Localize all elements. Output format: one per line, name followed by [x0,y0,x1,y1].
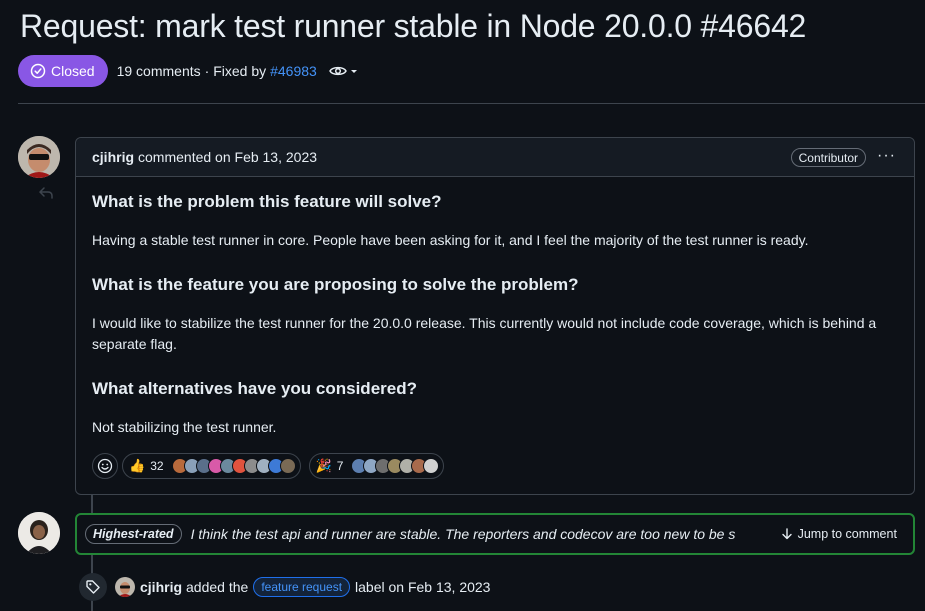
event-author[interactable]: cjihrig [140,579,182,595]
arrow-down-icon [781,528,792,540]
reply-icon [38,187,53,199]
issue-closed-icon [30,63,46,79]
state-badge: Closed [18,55,108,87]
more-options-icon[interactable]: ··· [877,147,896,165]
comment-count: 19 comments [116,63,201,79]
jump-label: Jump to comment [797,527,897,541]
reaction-hooray-button[interactable]: 🎉 7 [308,453,445,479]
state-label: Closed [51,63,95,79]
highest-rated-badge: Highest-rated [85,524,182,544]
eye-icon [328,66,347,76]
section-heading: What is the problem this feature will so… [92,192,442,211]
label-event: cjihrig added the feature request label … [79,573,490,601]
fixed-by-link[interactable]: #46983 [270,63,317,79]
event-avatar[interactable] [115,577,135,597]
chevron-down-icon [350,70,357,73]
thumbsup-icon: 👍 [129,458,146,473]
section-text: Not stabilizing the test runner. [92,419,277,435]
section-heading: What alternatives have you considered? [92,379,417,398]
header-divider [18,103,925,104]
avatar-image [18,136,60,178]
event-action: added the [186,579,249,595]
feature-request-label[interactable]: feature request [253,577,351,597]
highest-rated-comment[interactable]: Highest-rated I think the test api and r… [75,513,915,555]
reactor-avatars [171,458,296,474]
party-popper-icon: 🎉 [315,458,332,473]
avatar-image [115,577,135,597]
reaction-count: 32 [150,459,164,473]
issue-title: Request: mark test runner stable in Node… [20,8,807,44]
reaction-thumbsup-button[interactable]: 👍 32 [122,453,301,479]
timeline-line [91,495,93,513]
comment-author[interactable]: cjihrig [92,149,134,165]
section-heading: What is the feature you are proposing to… [92,275,579,294]
section-text: I would like to stabilize the test runne… [92,315,877,352]
avatar[interactable] [18,136,60,178]
comment-header: cjihrig commented on Feb 13, 2023 Contri… [76,138,914,177]
contributor-badge: Contributor [790,148,866,167]
add-reaction-button[interactable] [92,453,118,479]
reaction-count: 7 [336,459,344,473]
avatar-image [18,512,60,554]
subscribe-dropdown[interactable] [328,64,359,78]
avatar[interactable] [18,512,60,554]
comment-card: cjihrig commented on Feb 13, 2023 Contri… [75,137,915,495]
jump-to-comment-button[interactable]: Jump to comment [781,527,897,541]
reactor-avatars [351,458,440,474]
fixed-by-prefix: · Fixed by [204,63,267,79]
tag-badge [79,573,107,601]
section-text: Having a stable test runner in core. Peo… [92,232,809,248]
tag-icon [86,580,100,594]
highlight-excerpt: I think the test api and runner are stab… [190,526,736,542]
event-suffix: label on Feb 13, 2023 [355,579,491,595]
smiley-icon [97,458,113,474]
comment-timestamp[interactable]: commented on Feb 13, 2023 [138,149,317,165]
reactions-bar: 👍 32 🎉 7 [92,453,452,479]
issue-meta: Closed 19 comments · Fixed by #46983 [18,55,359,87]
